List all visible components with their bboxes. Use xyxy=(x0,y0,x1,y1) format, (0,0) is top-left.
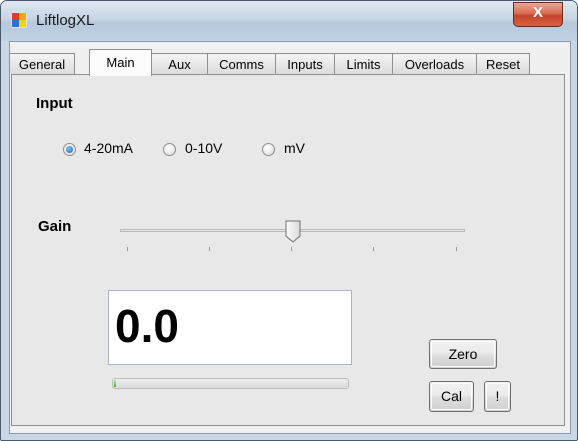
exclaim-button[interactable]: ! xyxy=(484,381,511,412)
cal-button-label: Cal xyxy=(440,388,462,404)
radio-0-10v-label[interactable]: 0-10V xyxy=(185,140,222,156)
tab-aux[interactable]: Aux xyxy=(151,53,208,74)
tab-inputs[interactable]: Inputs xyxy=(275,53,335,74)
radio-4-20ma[interactable] xyxy=(63,143,76,156)
cal-button[interactable]: Cal xyxy=(429,381,474,412)
gain-slider-tick xyxy=(373,247,374,251)
radio-4-20ma-label[interactable]: 4-20mA xyxy=(84,140,133,156)
progress-fill xyxy=(114,380,116,387)
main-tab-panel xyxy=(11,74,565,426)
tab-main[interactable]: Main xyxy=(89,49,152,76)
gain-slider-tick xyxy=(209,247,210,251)
radio-mv[interactable] xyxy=(262,143,275,156)
input-heading: Input xyxy=(36,95,73,112)
gain-slider-tick xyxy=(456,247,457,251)
window-title: LiftlogXL xyxy=(36,12,95,29)
zero-button-label: Zero xyxy=(448,346,478,362)
app-icon xyxy=(10,11,28,29)
radio-0-10v[interactable] xyxy=(163,143,176,156)
radio-mv-label[interactable]: mV xyxy=(284,140,305,156)
reading-value: 0.0 xyxy=(115,300,179,352)
gain-label: Gain xyxy=(38,218,72,235)
tab-limits[interactable]: Limits xyxy=(334,53,393,74)
reading-progress-bar xyxy=(112,378,349,389)
gain-slider-thumb[interactable] xyxy=(285,220,301,243)
gain-slider-tick xyxy=(127,247,128,251)
tab-comms[interactable]: Comms xyxy=(207,53,276,74)
tab-general[interactable]: General xyxy=(9,53,75,74)
title-bar[interactable]: LiftlogXL X xyxy=(1,1,577,41)
reading-display: 0.0 xyxy=(108,290,352,365)
exclaim-button-label: ! xyxy=(495,388,500,404)
tab-strip: General Main Aux Comms Inputs Limits Ove… xyxy=(9,49,569,76)
close-icon: X xyxy=(532,4,543,21)
gain-slider-tick xyxy=(291,247,292,251)
tab-reset[interactable]: Reset xyxy=(476,53,530,74)
close-button[interactable]: X xyxy=(513,2,563,27)
tab-overloads[interactable]: Overloads xyxy=(392,53,477,74)
zero-button[interactable]: Zero xyxy=(429,339,497,369)
